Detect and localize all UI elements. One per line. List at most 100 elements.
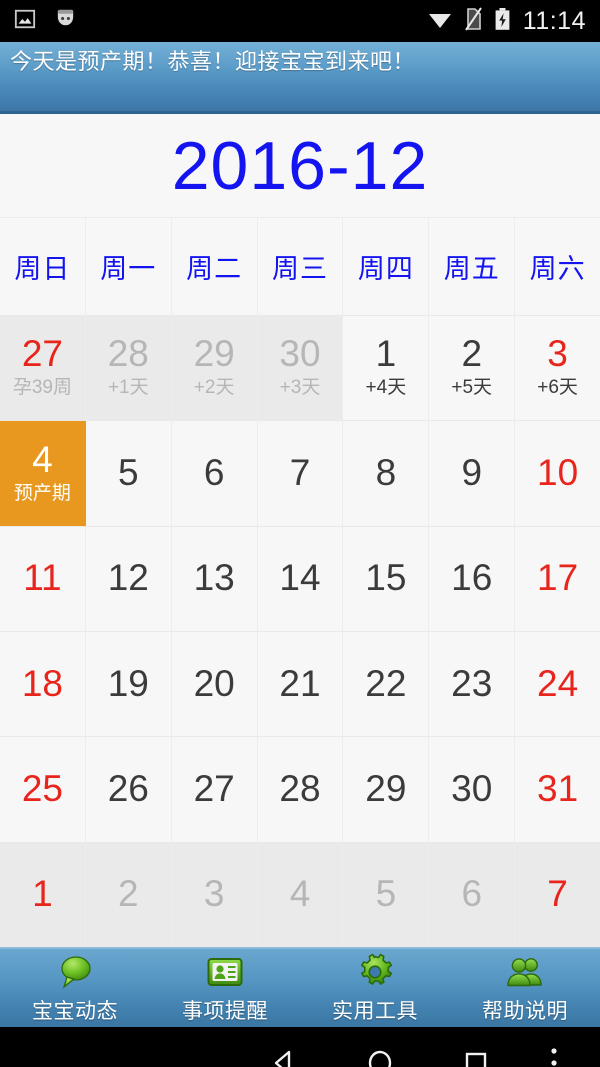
calendar-panel: 2016-12 周日 周一 周二 周三 周四 周五 周六 27 孕39周 28 +1天…: [0, 114, 600, 947]
screenshot-icon: [14, 8, 36, 35]
calendar-week-row: 18 19 20 21 22 23 24: [0, 630, 600, 737]
calendar-day-cell[interactable]: 27 孕39周: [0, 316, 86, 421]
overflow-menu-icon[interactable]: [524, 1046, 584, 1067]
calendar-day-number: 26: [107, 768, 149, 810]
calendar-day-cell[interactable]: 5: [343, 842, 430, 947]
calendar-day-cell[interactable]: 25: [0, 737, 86, 842]
calendar-day-number: 16: [451, 557, 493, 599]
calendar-day-cell[interactable]: 5: [85, 421, 172, 526]
calendar-day-cell[interactable]: 2 +5天: [429, 316, 516, 421]
weekday-header-saturday: 周六: [515, 218, 600, 315]
calendar-day-cell[interactable]: 7: [515, 842, 600, 947]
bottom-toolbar: 宝宝动态 事项提醒 实用工具 帮助说明: [0, 947, 600, 1027]
weekday-header-sunday: 周日: [0, 218, 86, 315]
calendar-day-number: 1: [375, 333, 397, 375]
calendar-day-sublabel: +5天: [451, 377, 493, 399]
calendar-day-cell[interactable]: 10: [515, 421, 600, 526]
calendar-day-cell[interactable]: 21: [257, 631, 344, 737]
calendar-day-number: 25: [21, 768, 63, 810]
calendar-day-cell[interactable]: 29: [343, 737, 430, 842]
calendar-week-row: 27 孕39周 28 +1天 29 +2天 30 +3天 1 +4天 2 +5天 3 +6天: [0, 315, 600, 421]
calendar-day-cell[interactable]: 4: [257, 842, 344, 947]
calendar-day-cell[interactable]: 31: [515, 737, 600, 842]
calendar-day-number: 7: [289, 452, 311, 494]
calendar-day-number: 12: [107, 557, 149, 599]
calendar-day-number: 7: [547, 873, 568, 915]
calendar-day-number: 23: [451, 662, 493, 704]
calendar-day-number: 13: [193, 557, 235, 599]
calendar-day-number: 3: [203, 873, 225, 915]
calendar-day-cell[interactable]: 24: [515, 631, 600, 737]
calendar-day-cell[interactable]: 9: [429, 421, 516, 526]
calendar-day-number: 4: [289, 873, 311, 915]
toolbar-item-reminders[interactable]: 事项提醒: [150, 952, 300, 1025]
calendar-day-number: 5: [118, 452, 139, 494]
toolbar-item-baby-updates[interactable]: 宝宝动态: [0, 952, 150, 1025]
calendar-day-cell[interactable]: 30: [429, 737, 516, 842]
calendar-day-cell[interactable]: 7: [257, 421, 344, 526]
calendar-day-cell[interactable]: 29 +2天: [171, 316, 258, 421]
calendar-day-cell[interactable]: 6: [429, 842, 516, 947]
calendar-day-cell[interactable]: 8: [343, 421, 430, 526]
weekday-header-row: 周日 周一 周二 周三 周四 周五 周六: [0, 217, 600, 315]
notice-banner[interactable]: 今天是预产期！恭喜！迎接宝宝到来吧！: [0, 42, 600, 114]
calendar-day-cell[interactable]: 18: [0, 631, 86, 737]
calendar-day-number: 24: [537, 662, 579, 704]
calendar-day-cell[interactable]: 3: [171, 842, 258, 947]
calendar-day-number: 14: [279, 557, 321, 599]
calendar-month-title[interactable]: 2016-12: [0, 114, 600, 217]
calendar-day-cell[interactable]: 13: [171, 526, 258, 631]
calendar-day-cell[interactable]: 17: [515, 526, 600, 631]
calendar-day-cell[interactable]: 23: [429, 631, 516, 737]
calendar-day-sublabel: +6天: [537, 377, 578, 399]
calendar-day-number: 31: [537, 768, 579, 810]
calendar-grid: 27 孕39周 28 +1天 29 +2天 30 +3天 1 +4天 2 +5天 3 +6天 4 预产期 5 6 7…: [0, 315, 600, 947]
calendar-day-number: 29: [193, 333, 235, 375]
calendar-day-cell[interactable]: 1 +4天: [343, 316, 430, 421]
calendar-day-cell[interactable]: 3 +6天: [515, 316, 600, 421]
toolbar-label-baby-updates: 宝宝动态: [32, 999, 118, 1023]
calendar-day-number: 20: [193, 662, 235, 704]
calendar-day-cell[interactable]: 30 +3天: [257, 316, 344, 421]
calendar-week-row: 25 26 27 28 29 30 31: [0, 736, 600, 842]
calendar-day-cell[interactable]: 14: [257, 526, 344, 631]
recents-icon[interactable]: [428, 1047, 524, 1067]
calendar-day-number: 17: [537, 557, 579, 599]
calendar-day-sublabel: +4天: [365, 377, 407, 399]
home-icon[interactable]: [332, 1047, 428, 1067]
back-icon[interactable]: [236, 1047, 332, 1067]
calendar-day-cell[interactable]: 6: [171, 421, 258, 526]
calendar-day-cell[interactable]: 20: [171, 631, 258, 737]
toolbar-item-help[interactable]: 帮助说明: [450, 952, 600, 1025]
calendar-day-cell[interactable]: 27: [171, 737, 258, 842]
calendar-day-cell[interactable]: 11: [0, 526, 86, 631]
weekday-header-thursday: 周四: [343, 218, 430, 315]
calendar-day-cell[interactable]: 28: [257, 737, 344, 842]
calendar-day-number: 10: [537, 452, 579, 494]
calendar-day-cell[interactable]: 28 +1天: [85, 316, 172, 421]
android-navigation-bar: [0, 1027, 600, 1067]
calendar-day-cell[interactable]: 15: [343, 526, 430, 631]
calendar-day-number: 27: [21, 333, 63, 375]
battery-charging-icon: [494, 7, 511, 36]
calendar-day-cell[interactable]: 2: [85, 842, 172, 947]
calendar-day-cell[interactable]: 26: [85, 737, 172, 842]
calendar-day-cell[interactable]: 1: [0, 842, 86, 947]
status-bar-right-icons: 11:14: [427, 7, 586, 36]
android-status-bar: 11:14: [0, 0, 600, 42]
calendar-day-cell[interactable]: 4 预产期: [0, 421, 86, 526]
calendar-month-title-text: 2016-12: [171, 127, 429, 204]
calendar-day-cell[interactable]: 19: [85, 631, 172, 737]
calendar-day-number: 30: [279, 333, 321, 375]
calendar-day-number: 28: [107, 333, 149, 375]
calendar-day-number: 1: [32, 873, 53, 915]
calendar-day-number: 4: [32, 438, 53, 480]
weekday-header-monday: 周一: [85, 218, 172, 315]
calendar-day-cell[interactable]: 12: [85, 526, 172, 631]
calendar-day-number: 11: [23, 557, 62, 599]
people-icon: [505, 952, 545, 992]
calendar-day-cell[interactable]: 16: [429, 526, 516, 631]
calendar-day-cell[interactable]: 22: [343, 631, 430, 737]
calendar-day-sublabel: +3天: [279, 377, 321, 399]
toolbar-item-tools[interactable]: 实用工具: [300, 952, 450, 1025]
